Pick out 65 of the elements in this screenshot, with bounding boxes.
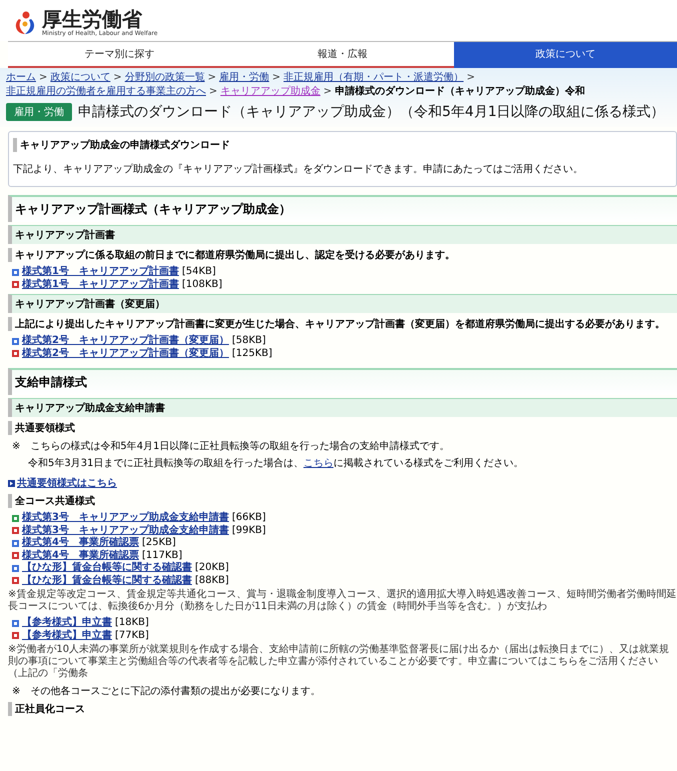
- file-size: [18KB]: [115, 617, 149, 630]
- file-size: [58KB]: [232, 335, 266, 348]
- breadcrumb-link[interactable]: 雇用・労働: [219, 71, 270, 84]
- file-link[interactable]: 【ひな形】賃金台帳等に関する確認書: [22, 574, 192, 587]
- breadcrumb-separator: >: [113, 71, 122, 84]
- breadcrumb-separator: >: [208, 71, 216, 84]
- minor-heading: 共通要領様式: [8, 421, 677, 435]
- breadcrumb-link[interactable]: キャリアアップ助成金: [220, 85, 320, 98]
- section-heading: キャリアアップ計画様式（キャリアアップ助成金）: [8, 195, 677, 222]
- subsection-heading: キャリアアップ計画書（変更届）: [8, 294, 677, 313]
- file-size: [108KB]: [182, 278, 222, 291]
- note-text: ※ その他各コースごとに下記の添付書類の提出が必要になります。: [12, 684, 322, 698]
- file-link[interactable]: 【参考様式】申立書: [22, 630, 112, 642]
- file-size: [54KB]: [182, 266, 216, 278]
- breadcrumb-link[interactable]: 非正規雇用の労働者を雇用する事業主の方へ: [6, 85, 206, 98]
- file-size: [125KB]: [232, 348, 272, 360]
- intro-heading: キャリアアップ助成金の申請様式ダウンロード: [13, 138, 672, 152]
- file-link[interactable]: 様式第1号 キャリアアップ計画書: [22, 266, 179, 278]
- breadcrumb-separator: >: [466, 71, 475, 84]
- minor-heading: 正社員化コース: [8, 702, 677, 716]
- intro-text: 下記より、キャリアアップ助成金の『キャリアアップ計画様式』をダウンロードできます。申請にあたってはご活用ください。: [13, 162, 584, 176]
- logo-title: 厚生労働省: [42, 8, 142, 30]
- file-size: [117KB]: [142, 550, 182, 562]
- file-link[interactable]: 様式第1号 キャリアアップ計画書: [22, 278, 179, 291]
- file-link[interactable]: 様式第4号 事業所確認票: [22, 550, 139, 562]
- breadcrumb-separator: >: [272, 71, 281, 84]
- file-size: [20KB]: [195, 562, 229, 574]
- subsection-heading: キャリアアップ計画書: [8, 225, 677, 244]
- section-heading: 支給申請様式: [8, 368, 677, 395]
- file-size: [99KB]: [232, 524, 266, 537]
- file-link[interactable]: 様式第2号 キャリアアップ計画書（変更届）: [22, 348, 229, 360]
- note-text: ※ こちらの様式は令和5年4月1日以降に正社員転換等の取組を行った場合の支給申請様式です。: [12, 440, 450, 453]
- footnote-text: ※賃金規定等改定コース、賃金規定等共通化コース、賞与・退職金制度導入コース、選択的適用拡大導入時処遇改善コース、短時間労働者労働時間延長コースについては、転換後6か月分（勤務をした日が11日未満の月は除く）の賃金（時間外手当等を含む。）が支払わ: [8, 589, 677, 613]
- file-link[interactable]: 【参考様式】申立書: [22, 617, 112, 630]
- arrow-icon: [8, 480, 15, 486]
- page-title: 申請様式のダウンロード（キャリアアップ助成金）（令和5年4月1日以降の取組に係る様式）: [78, 103, 665, 121]
- breadcrumb-current: 申請様式のダウンロード（キャリアアップ助成金）令和: [334, 85, 585, 98]
- breadcrumb-separator: >: [39, 71, 48, 84]
- text-link[interactable]: 共通要領様式はこちら: [17, 476, 117, 490]
- file-size: [77KB]: [115, 630, 149, 642]
- nav-tab[interactable]: 政策について: [454, 42, 677, 68]
- text-link[interactable]: こちら: [303, 458, 334, 469]
- note-text: 令和5年3月31日までに正社員転換等の取組を行った場合は、こちら に掲載されている様式をご利用ください。: [28, 456, 524, 470]
- file-link[interactable]: 様式第3号 キャリアアップ助成金支給申請書: [22, 512, 229, 524]
- subsection-heading: キャリアアップ助成金支給申請書: [8, 398, 677, 417]
- file-link[interactable]: 様式第2号 キャリアアップ計画書（変更届）: [22, 335, 229, 348]
- file-size: [66KB]: [232, 512, 266, 524]
- file-link[interactable]: 【ひな形】賃金台帳等に関する確認書: [22, 562, 192, 574]
- minor-heading: キャリアアップに係る取組の前日までに都道府県労働局に提出し、認定を受ける必要があります。: [8, 248, 677, 262]
- breadcrumb-link[interactable]: 非正規雇用（有期・パート・派遣労働）: [284, 71, 464, 84]
- nav-tab[interactable]: テーマ別に探す: [8, 42, 231, 68]
- footnote-text: ※労働者が10人未満の事業所が就業規則を作成する場合、支給申請前に所轄の労働基準監督署長に届け出るか（届出は転換日までに）、又は就業規則の事項について事業主と労働組合等の代表者等を記載した申立書が添付されていることが必要です。申立書についてはこちらをご活用ください（上記の「労働条: [8, 644, 670, 680]
- breadcrumb-link[interactable]: 分野別の政策一覧: [124, 71, 205, 84]
- file-link[interactable]: 様式第3号 キャリアアップ助成金支給申請書: [22, 524, 229, 537]
- file-link[interactable]: 様式第4号 事業所確認票: [22, 537, 139, 550]
- nav-tab[interactable]: 報道・広報: [231, 42, 454, 68]
- minor-heading: 全コース共通様式: [8, 494, 677, 508]
- breadcrumb-separator: >: [209, 85, 218, 98]
- breadcrumb-separator: >: [323, 85, 332, 98]
- breadcrumb-link[interactable]: 政策について: [50, 71, 110, 84]
- breadcrumb-link[interactable]: ホーム: [6, 71, 36, 84]
- category-badge: 雇用・労働: [6, 103, 72, 121]
- file-size: [88KB]: [195, 574, 229, 587]
- file-size: [25KB]: [142, 537, 176, 550]
- minor-heading: 上記により提出したキャリアアップ計画書に変更が生じた場合、キャリアアップ計画書（変更届）を都道府県労働局に提出する必要があります。: [8, 317, 677, 331]
